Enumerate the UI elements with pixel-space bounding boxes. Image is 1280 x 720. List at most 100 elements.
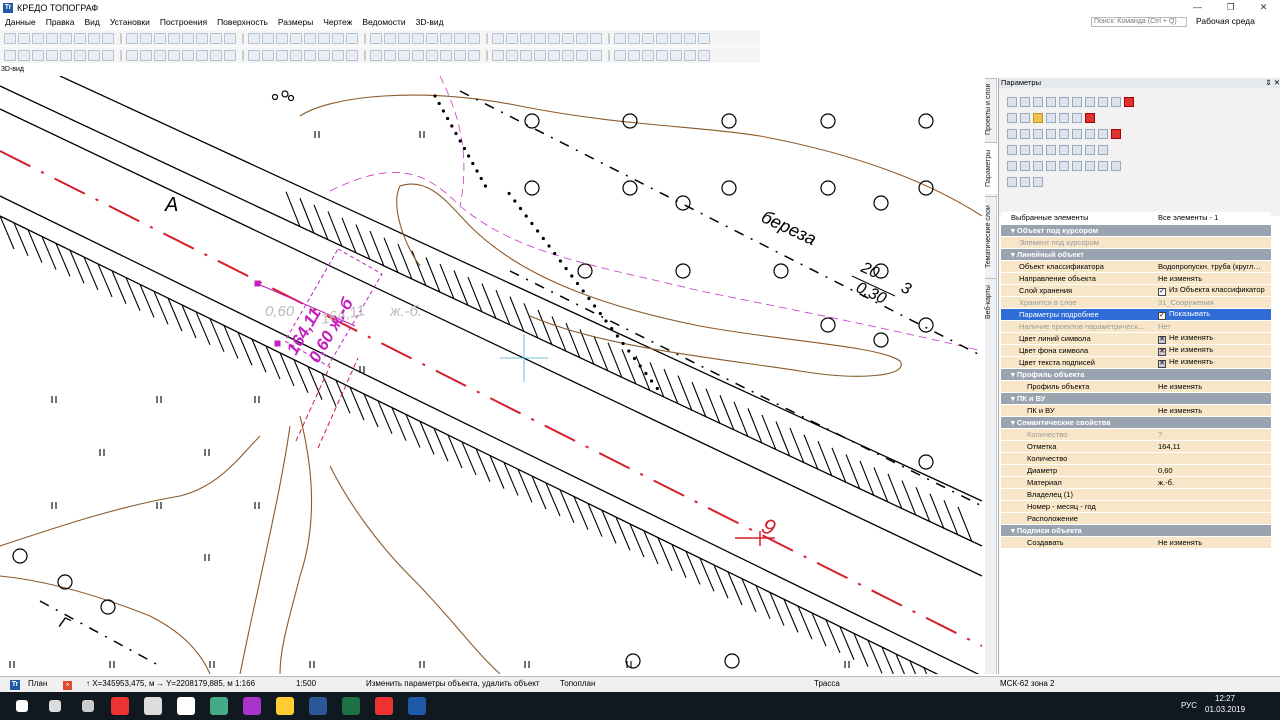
property-row[interactable]: Выбранные элементы Все элементы - 1	[1001, 212, 1271, 225]
color-swatch-icon[interactable]: ✕	[1158, 359, 1166, 367]
toolbar-tool-button[interactable]	[614, 32, 626, 44]
property-row[interactable]: Расположение	[1001, 512, 1271, 525]
property-row[interactable]: Отметка 164,11	[1001, 440, 1271, 453]
color-swatch-icon[interactable]: ✕	[1158, 347, 1166, 355]
property-group[interactable]: ▾ ПК и ВУ	[1001, 392, 1271, 405]
panel-pin-close[interactable]: ⇕ ✕	[1265, 78, 1280, 88]
menu-constructions[interactable]: Построения	[155, 17, 212, 27]
toolbar-tool-button[interactable]	[290, 49, 302, 61]
property-value[interactable]: 0,60	[1156, 464, 1271, 477]
property-row[interactable]: Диаметр 0,60	[1001, 464, 1271, 477]
toolbar-tool-button[interactable]	[548, 49, 560, 61]
panel-tool-icon[interactable]	[1020, 177, 1030, 187]
toolbar-tool-button[interactable]	[534, 49, 546, 61]
explorer-icon[interactable]	[276, 697, 294, 715]
panel-tool-icon[interactable]	[1007, 97, 1017, 107]
toolbar-tool-button[interactable]	[506, 49, 518, 61]
panel-tool-icon[interactable]	[1020, 161, 1030, 171]
panel-tool-icon[interactable]	[1059, 161, 1069, 171]
toolbar-tool-button[interactable]	[88, 32, 100, 44]
toolbar-tool-button[interactable]	[370, 49, 382, 61]
toolbar-tool-button[interactable]	[346, 32, 358, 44]
tab-thematic-layers[interactable]: Тематические слои	[985, 196, 997, 276]
menu-edit[interactable]: Правка	[41, 17, 80, 27]
property-value[interactable]: Не изменять	[1156, 272, 1271, 285]
panel-tool-icon[interactable]	[1007, 177, 1017, 187]
toolbar-tool-button[interactable]	[18, 32, 30, 44]
panel-tool-icon[interactable]	[1098, 145, 1108, 155]
toolbar-tool-button[interactable]	[684, 49, 696, 61]
panel-tool-icon[interactable]	[1111, 161, 1121, 171]
toolbar-tool-button[interactable]	[4, 32, 16, 44]
toolbar-tool-button[interactable]	[318, 32, 330, 44]
plan-tab[interactable]: Tr План	[10, 679, 47, 690]
panel-tool-icon[interactable]	[1033, 145, 1043, 155]
toolbar-tool-button[interactable]	[46, 49, 58, 61]
panel-tool-icon[interactable]	[1072, 129, 1082, 139]
property-value[interactable]: Нет	[1156, 320, 1271, 333]
property-value[interactable]: ж.-б.	[1156, 476, 1271, 489]
property-group[interactable]: ▾ Профиль объекта	[1001, 368, 1271, 381]
panel-tool-icon[interactable]	[1059, 145, 1069, 155]
property-row[interactable]: Направление объекта Не изменять	[1001, 272, 1271, 285]
property-value[interactable]: ✓ Показывать	[1156, 308, 1271, 321]
toolbar-tool-button[interactable]	[670, 49, 682, 61]
toolbar-tool-button[interactable]	[182, 32, 194, 44]
property-value[interactable]: ✕ Не изменять	[1156, 344, 1271, 357]
toolbar-tool-button[interactable]	[290, 32, 302, 44]
toolbar-tool-button[interactable]	[492, 49, 504, 61]
tab-parameters[interactable]: Параметры	[985, 142, 997, 194]
toolbar-tool-button[interactable]	[656, 32, 668, 44]
workspace-button[interactable]: Рабочая среда	[1196, 16, 1255, 26]
panel-tool-icon[interactable]	[1072, 97, 1082, 107]
property-value[interactable]: Не изменять	[1156, 404, 1271, 417]
panel-tool-icon[interactable]	[1085, 145, 1095, 155]
checkbox-icon[interactable]: ✓	[1158, 311, 1166, 319]
property-row[interactable]: Слой хранения ✓ Из Объекта классификатор	[1001, 284, 1271, 297]
toolbar-tool-button[interactable]	[4, 49, 16, 61]
word-icon[interactable]	[309, 697, 327, 715]
toolbar-tool-button[interactable]	[332, 49, 344, 61]
toolbar-tool-button[interactable]	[656, 49, 668, 61]
toolbar-tool-button[interactable]	[74, 49, 86, 61]
property-row[interactable]: Цвет текста подписей ✕ Не изменять	[1001, 356, 1271, 369]
toolbar-tool-button[interactable]	[154, 49, 166, 61]
toolbar-tool-button[interactable]	[168, 49, 180, 61]
tab-web-maps[interactable]: Веб-карты	[985, 278, 997, 326]
checkbox-icon[interactable]: ✓	[1158, 287, 1166, 295]
toolbar-tool-button[interactable]	[520, 32, 532, 44]
menu-surface[interactable]: Поверхность	[212, 17, 273, 27]
toolbar-tool-button[interactable]	[304, 32, 316, 44]
toolbar-tool-button[interactable]	[154, 32, 166, 44]
property-row[interactable]: Наличие проектов параметрическ… Нет	[1001, 320, 1271, 333]
panel-tool-icon[interactable]	[1033, 129, 1043, 139]
toolbar-tool-button[interactable]	[126, 32, 138, 44]
property-value[interactable]: Не изменять	[1156, 536, 1271, 549]
toolbar-tool-button[interactable]	[46, 32, 58, 44]
toolbar-tool-button[interactable]	[562, 32, 574, 44]
toolbar-tool-button[interactable]	[384, 32, 396, 44]
close-plan-button[interactable]: ×	[63, 679, 72, 690]
toolbar-tool-button[interactable]	[590, 49, 602, 61]
input-language[interactable]: РУС	[1181, 701, 1197, 710]
panel-tool-icon[interactable]	[1059, 129, 1069, 139]
property-row[interactable]: ПК и ВУ Не изменять	[1001, 404, 1271, 417]
toolbar-tool-button[interactable]	[276, 32, 288, 44]
property-value[interactable]: ✕ Не изменять	[1156, 332, 1271, 345]
property-row[interactable]: Цвет фона символа ✕ Не изменять	[1001, 344, 1271, 357]
panel-tool-icon[interactable]	[1098, 129, 1108, 139]
panel-tool-icon[interactable]	[1085, 129, 1095, 139]
property-group[interactable]: ▾ Подписи объекта	[1001, 524, 1271, 537]
property-value[interactable]	[1156, 500, 1271, 513]
toolbar-tool-button[interactable]	[196, 32, 208, 44]
menu-dimensions[interactable]: Размеры	[273, 17, 318, 27]
panel-tool-icon[interactable]	[1033, 177, 1043, 187]
panel-tool-icon[interactable]	[1085, 113, 1095, 123]
toolbar-tool-button[interactable]	[468, 32, 480, 44]
property-value[interactable]	[1156, 512, 1271, 525]
panel-tool-icon[interactable]	[1020, 129, 1030, 139]
toolbar-tool-button[interactable]	[562, 49, 574, 61]
toolbar-tool-button[interactable]	[548, 32, 560, 44]
panel-tool-icon[interactable]	[1020, 145, 1030, 155]
toolbar-tool-button[interactable]	[628, 32, 640, 44]
